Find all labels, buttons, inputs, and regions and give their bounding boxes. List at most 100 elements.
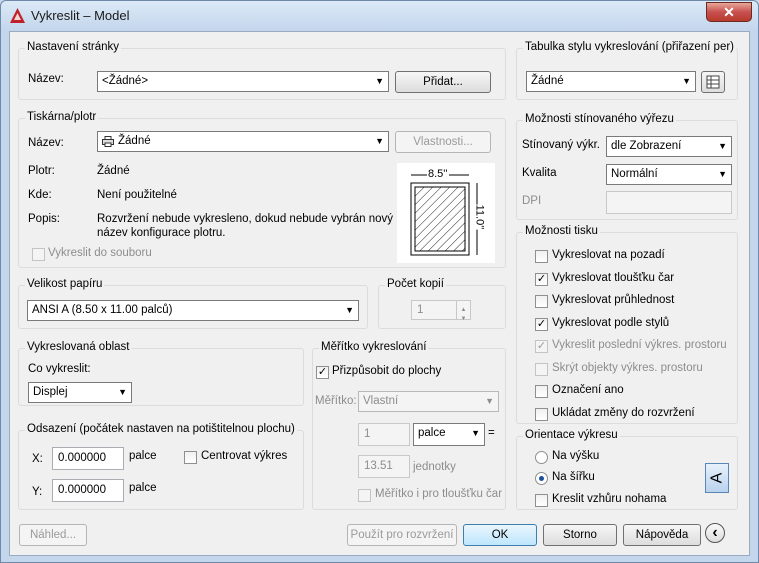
plot-style-table-group: Tabulka stylu vykreslování (přiřazení pe… <box>516 41 738 100</box>
add-page-setup-button[interactable]: Přidat... <box>395 71 491 93</box>
shaded-viewport-group: Možnosti stínovaného výřezu Stínovaný vý… <box>516 113 738 220</box>
plot-area-title: Vykreslovaná oblast <box>25 341 132 353</box>
drawing-units-label: jednotky <box>413 461 456 473</box>
portrait-radio[interactable] <box>535 451 548 464</box>
apply-to-layout-button[interactable]: Použít pro rozvržení <box>347 524 457 546</box>
plot-style-table-title: Tabulka stylu vykreslování (přiřazení pe… <box>523 41 736 53</box>
spinner-up-icon[interactable]: ▲ <box>456 301 470 313</box>
plot-option-label: Vykreslit poslední výkres. prostoru <box>552 339 727 351</box>
plot-options-title: Možnosti tisku <box>523 225 600 237</box>
portrait-label: Na výšku <box>552 450 600 462</box>
plot-style-table-select[interactable]: Žádné ▼ <box>526 71 696 92</box>
spinner-down-icon[interactable]: ▼ <box>456 310 470 322</box>
scale-lineweights-checkbox[interactable] <box>358 489 371 502</box>
what-to-plot-select[interactable]: Displej ▼ <box>28 382 132 403</box>
offset-x-unit: palce <box>129 450 157 462</box>
printer-group: Tiskárna/plotr Název: Žádné ▼ Vlastnosti… <box>18 111 506 268</box>
landscape-radio[interactable] <box>535 472 548 485</box>
page-setup-group: Nastavení stránky Název: <Žádné> ▼ Přida… <box>18 41 506 100</box>
quality-select[interactable]: Normální ▼ <box>606 164 732 185</box>
plot-option-checkbox[interactable] <box>535 362 548 376</box>
where-label: Kde: <box>28 189 52 201</box>
chevron-down-icon: ▼ <box>682 76 691 86</box>
plot-options-group: Možnosti tisku Vykreslovat na pozadí ✓ Vyk… <box>516 225 738 424</box>
scale-paper-units-input[interactable]: 1 <box>358 423 410 446</box>
paper-preview: 8.5'' 11.0'' <box>397 163 495 263</box>
help-button[interactable]: Nápověda <box>623 524 701 546</box>
plot-scale-group: Měřítko vykreslování ✓ Přizpůsobit do pl… <box>312 341 506 510</box>
scale-label: Měřítko: <box>315 395 357 407</box>
orientation-title: Orientace výkresu <box>523 429 620 441</box>
fit-to-paper-checkbox[interactable]: ✓ <box>316 366 329 379</box>
window-title: Vykreslit – Model <box>31 8 130 23</box>
close-button[interactable]: ✕ <box>706 2 752 22</box>
paper-size-value: ANSI A (8.50 x 11.00 palců) <box>32 304 173 316</box>
shade-plot-select[interactable]: dle Zobrazení ▼ <box>606 136 732 157</box>
plot-option-label: Vykreslovat na pozadí <box>552 249 665 261</box>
offset-y-input[interactable]: 0.000000 <box>52 479 124 502</box>
plot-to-file-label: Vykreslit do souboru <box>48 247 152 259</box>
plot-option-checkbox[interactable] <box>535 295 548 308</box>
preview-button[interactable]: Náhled... <box>19 524 87 546</box>
plot-option-checkbox[interactable]: ✓ <box>535 317 548 331</box>
landscape-label: Na šířku <box>552 471 595 483</box>
more-options-button[interactable]: ‹ <box>705 523 725 543</box>
scale-units-value: palce <box>418 427 446 439</box>
plot-style-table-value: Žádné <box>531 75 564 87</box>
orientation-preview-icon: A <box>705 463 729 493</box>
scale-value: Vlastní <box>363 395 399 407</box>
chevron-down-icon: ▼ <box>718 141 727 151</box>
offset-x-input[interactable]: 0.000000 <box>52 447 124 470</box>
plot-option-label: Vykreslovat tloušťku čar <box>552 271 675 284</box>
plot-option-checkbox[interactable]: ✓ <box>535 340 548 353</box>
scale-select[interactable]: Vlastní ▼ <box>358 391 499 412</box>
plot-option-label: Ukládat změny do rozvržení <box>552 406 695 419</box>
plot-option-checkbox[interactable] <box>535 250 548 263</box>
copies-spinner[interactable]: 1 ▲ ▼ <box>411 300 471 322</box>
orientation-group: Orientace výkresu Na výšku Na šířku Kres… <box>516 429 738 510</box>
page-setup-name-value: <Žádné> <box>102 75 149 87</box>
chevron-down-icon: ▼ <box>375 136 384 146</box>
dpi-label: DPI <box>522 195 542 207</box>
plot-option-checkbox[interactable]: ✓ <box>535 272 548 286</box>
offset-x-label: X: <box>32 453 43 465</box>
paper-size-select[interactable]: ANSI A (8.50 x 11.00 palců) ▼ <box>27 300 359 321</box>
collapse-arrow-icon: ‹ <box>712 524 718 541</box>
scale-drawing-units-input[interactable]: 13.51 <box>358 455 410 478</box>
scale-lineweights-label: Měřítko i pro tloušťku čar <box>375 488 503 500</box>
plot-dialog-window: Vykreslit – Model ✕ Nastavení stránky Ná… <box>0 0 759 563</box>
what-to-plot-label: Co vykreslit: <box>28 363 91 375</box>
page-setup-name-select[interactable]: <Žádné> ▼ <box>97 71 389 92</box>
upside-down-checkbox[interactable] <box>535 494 548 507</box>
printer-icon <box>102 136 114 147</box>
center-plot-checkbox[interactable] <box>184 451 197 464</box>
title-bar[interactable]: Vykreslit – Model ✕ <box>1 1 758 31</box>
copies-title: Počet kopií <box>385 278 446 290</box>
copies-value: 1 <box>417 304 424 316</box>
chevron-down-icon: ▼ <box>118 387 127 397</box>
offset-title: Odsazení (počátek nastaven na potištitel… <box>25 423 297 435</box>
preview-height-label: 11.0'' <box>473 204 486 230</box>
plot-to-file-checkbox[interactable] <box>32 248 45 261</box>
quality-value: Normální <box>611 168 658 180</box>
scale-units-select[interactable]: palce ▼ <box>413 423 485 446</box>
chevron-down-icon: ▼ <box>718 169 727 179</box>
center-plot-label: Centrovat výkres <box>201 450 288 462</box>
printer-name-select[interactable]: Žádné ▼ <box>97 131 389 152</box>
dpi-input[interactable] <box>606 191 732 214</box>
printer-title: Tiskárna/plotr <box>25 111 99 123</box>
upside-down-label: Kreslit vzhůru nohama <box>552 493 667 505</box>
plot-option-checkbox[interactable] <box>535 385 548 398</box>
printer-properties-button[interactable]: Vlastnosti... <box>395 131 491 153</box>
cancel-button[interactable]: Storno <box>543 524 617 546</box>
shade-plot-value: dle Zobrazení <box>611 140 682 152</box>
plot-scale-title: Měřítko vykreslování <box>319 341 429 353</box>
table-edit-icon <box>706 75 720 89</box>
printer-name-label: Název: <box>28 137 64 149</box>
edit-plot-style-button[interactable] <box>701 71 725 93</box>
plot-option-checkbox[interactable] <box>535 407 548 421</box>
paper-size-title: Velikost papíru <box>25 278 105 290</box>
fit-to-paper-label: Přizpůsobit do plochy <box>332 365 442 377</box>
ok-button[interactable]: OK <box>463 524 537 546</box>
printer-name-value: Žádné <box>118 135 151 147</box>
